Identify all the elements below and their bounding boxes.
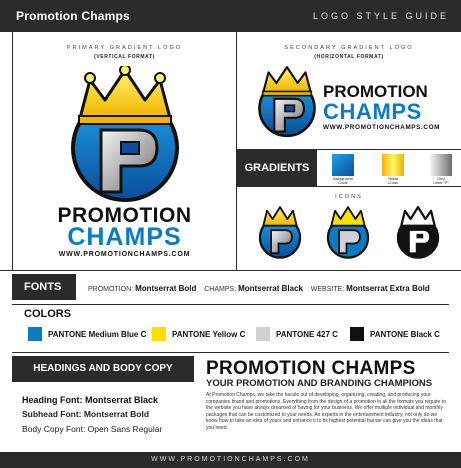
monochrome-emblem-icon (396, 205, 440, 259)
primary-logo-panel: PRIMARY GRADIENT LOGO (VERTICAL FORMAT) (12, 32, 237, 270)
header-bar: Promotion Champs LOGO STYLE GUIDE (0, 0, 461, 32)
promotion-font-label: PROMOTION: (88, 286, 134, 293)
fonts-list: PROMOTION: Montserrat Bold CHAMPS: Monts… (88, 284, 430, 293)
sample-body-copy: At Promotion Champs, we take the hassle … (206, 392, 446, 431)
divider (237, 186, 461, 187)
secondary-logo-panel: SECONDARY GRADIENT LOGO (HORIZONTAL FORM… (237, 32, 461, 270)
champs-font-label: CHAMPS: (204, 286, 237, 293)
style-guide-page: Promotion Champs LOGO STYLE GUIDE PRIMAR… (0, 0, 461, 468)
gradient-swatch-yellow (382, 154, 404, 176)
color-swatch-black (350, 327, 364, 341)
color-swatch-blue (28, 327, 42, 341)
color-name-blue: PANTONE Medium Blue C (48, 330, 147, 339)
secondary-wordmark-bottom: CHAMPS (323, 99, 422, 124)
primary-emblem-icon (71, 66, 179, 202)
sample-heading: PROMOTION CHAMPS (206, 358, 416, 379)
color-swatch-grey (256, 327, 270, 341)
divider (12, 352, 449, 353)
color-swatch-yellow (152, 327, 166, 341)
champs-font-value: Montserrat Black (238, 284, 303, 293)
gradient-label-yellow: Yellow Crown (387, 177, 399, 185)
icons-caption: ICONS (335, 194, 363, 200)
color-name-grey: PANTONE 427 C (276, 330, 338, 339)
gradients-heading: GRADIENTS (237, 150, 317, 186)
sample-subhead: YOUR PROMOTION AND BRANDING CHAMPIONS (206, 378, 433, 389)
secondary-logo-format: (HORIZONTAL FORMAT) (314, 54, 384, 60)
promotion-font-value: Montserrat Bold (135, 284, 197, 293)
footer-url: WWW.PROMOTIONCHAMPS.COM (0, 452, 461, 468)
divider (0, 270, 461, 271)
gradient-swatch-blue (332, 154, 354, 176)
color-name-yellow: PANTONE Yellow C (172, 330, 246, 339)
brand-title: Promotion Champs (16, 9, 130, 23)
secondary-emblem-icon (258, 66, 316, 138)
secondary-logo-caption: SECONDARY GRADIENT LOGO (284, 45, 414, 51)
primary-wordmark-bottom: CHAMPS (67, 223, 182, 251)
gradient-emblem-icon (258, 206, 302, 259)
primary-logo-caption: PRIMARY GRADIENT LOGO (66, 45, 183, 51)
heading-font-spec: Heading Font: Montserrat Black (22, 395, 159, 405)
website-font-label: WEBSITE: (310, 286, 345, 293)
secondary-logo-url: WWW.PROMOTIONCHAMPS.COM (323, 124, 441, 131)
gradient-swatch-grey (430, 154, 452, 176)
divider (237, 149, 461, 150)
colors-heading: COLORS (24, 308, 72, 320)
website-font-value: Montserrat Extra Bold (346, 284, 430, 293)
gradient-label-grey: Grey Letter "P" (433, 177, 449, 185)
primary-logo-url: WWW.PROMOTIONCHAMPS.COM (58, 251, 191, 258)
body-font-spec: Body Copy Font: Open Sans Regular (22, 424, 163, 434)
flat-emblem-icon (326, 206, 370, 259)
color-name-black: PANTONE Black C (370, 330, 440, 339)
guide-title: LOGO STYLE GUIDE (312, 11, 449, 21)
divider (12, 304, 449, 305)
fonts-heading: FONTS (12, 274, 76, 300)
gradient-label-blue: Background Circle (333, 177, 353, 185)
headings-heading: HEADINGS AND BODY COPY (12, 356, 194, 382)
primary-logo-format: (VERTICAL FORMAT) (94, 54, 155, 60)
subhead-font-spec: Subhead Font: Montserrat Bold (22, 409, 150, 419)
